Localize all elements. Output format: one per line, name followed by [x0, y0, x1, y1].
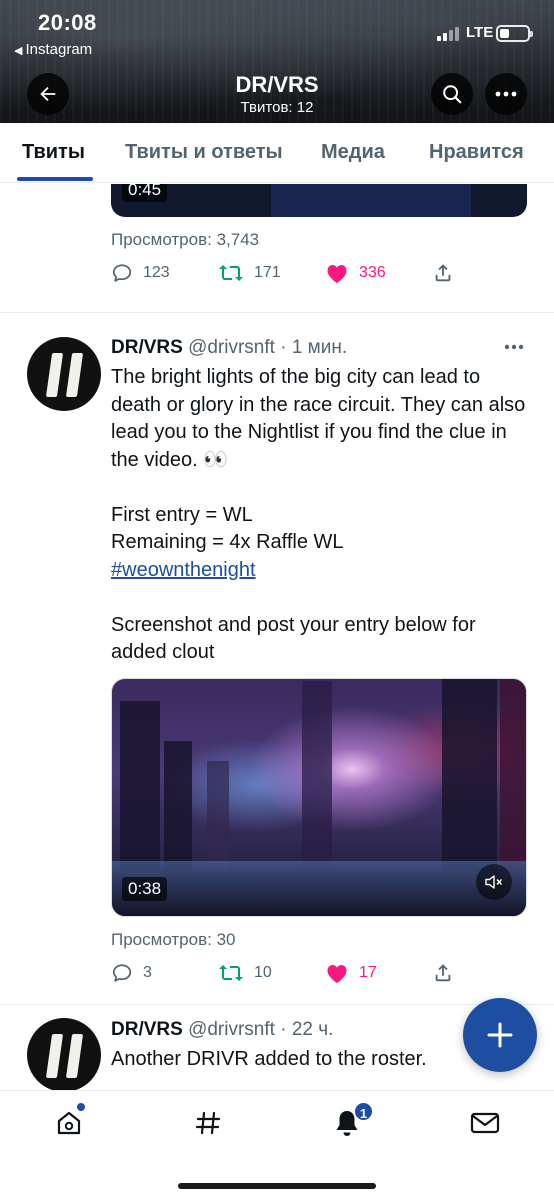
tweet-actions: 3 10 17	[111, 962, 531, 990]
tab-tweets-replies[interactable]: Твиты и ответы	[125, 141, 283, 164]
retweet-count: 171	[254, 264, 281, 281]
reply-count: 3	[143, 964, 152, 981]
signal-icon	[437, 27, 461, 41]
tweet-more-icon[interactable]	[504, 344, 524, 350]
back-to-app-link[interactable]: ◀ Instagram	[14, 41, 92, 58]
back-app-label: Instagram	[25, 41, 93, 58]
retweet-button[interactable]: 10	[218, 962, 272, 984]
volume-muted-icon	[485, 875, 503, 889]
like-button[interactable]: 17	[325, 962, 377, 984]
reply-icon	[112, 264, 132, 282]
tweet-time: 1 мин.	[291, 337, 348, 358]
tweet-divider	[0, 312, 554, 313]
tab-tweets[interactable]: Твиты	[22, 141, 85, 164]
avatar[interactable]	[27, 1018, 101, 1092]
battery-icon	[496, 25, 533, 42]
heart-filled-icon	[327, 965, 347, 983]
more-horizontal-icon	[495, 91, 517, 97]
tweet-header: DR/VRS @drivrsnft · 22 ч.	[111, 1019, 334, 1040]
tab-media[interactable]: Медиа	[321, 141, 385, 164]
handle[interactable]: @drivrsnft	[188, 337, 275, 358]
home-indicator	[178, 1183, 376, 1189]
tweet-video[interactable]: 0:45	[111, 184, 527, 217]
display-name[interactable]: DR/VRS	[111, 1019, 183, 1040]
video-duration: 0:38	[122, 877, 168, 901]
share-button[interactable]	[432, 262, 464, 284]
tweet-text: The bright lights of the big city can le…	[111, 364, 531, 667]
avatar[interactable]	[27, 337, 101, 411]
nav-explore[interactable]	[190, 1105, 226, 1141]
reply-icon	[112, 964, 132, 982]
view-count: Просмотров: 30	[111, 930, 236, 949]
tab-likes[interactable]: Нравится	[429, 141, 524, 164]
notification-badge: 1	[353, 1101, 374, 1122]
heart-filled-icon	[327, 265, 347, 283]
reply-button[interactable]: 123	[111, 262, 170, 284]
nav-messages[interactable]	[467, 1105, 503, 1141]
search-icon	[443, 85, 462, 104]
back-triangle-icon: ◀	[14, 45, 23, 57]
tweet-text-line: Remaining = 4x Raffle WL	[111, 531, 344, 553]
like-button[interactable]: 336	[325, 262, 386, 284]
network-label: LTE	[466, 24, 494, 41]
more-button[interactable]	[485, 73, 527, 115]
like-count: 336	[359, 264, 386, 281]
status-time: 20:08	[38, 10, 97, 35]
mute-button[interactable]	[476, 864, 512, 900]
tweet-divider	[0, 1004, 554, 1005]
compose-tweet-button[interactable]	[463, 998, 537, 1072]
handle[interactable]: @drivrsnft	[188, 1019, 275, 1040]
profile-header: 20:08 ◀ Instagram LTE DR/VRS Твитов: 12	[0, 0, 554, 123]
tweet-actions: 123 171 336	[111, 262, 531, 290]
tweet-text-paragraph: Screenshot and post your entry below for…	[111, 613, 476, 664]
tweet-time: 22 ч.	[291, 1019, 334, 1040]
hashtag-link[interactable]: #weownthenight	[111, 559, 256, 581]
share-icon	[435, 964, 451, 982]
status-bar: 20:08 ◀ Instagram LTE	[0, 0, 554, 62]
like-count: 17	[359, 964, 377, 981]
plus-icon	[487, 1022, 513, 1048]
search-button[interactable]	[431, 73, 473, 115]
tweet-header: DR/VRS @drivrsnft · 1 мин.	[111, 337, 348, 358]
home-notification-dot	[77, 1103, 85, 1111]
tweet-text-line: First entry = WL	[111, 503, 253, 526]
share-button[interactable]	[432, 962, 464, 984]
reply-button[interactable]: 3	[111, 962, 152, 984]
reply-count: 123	[143, 264, 170, 281]
view-count: Просмотров: 3,743	[111, 230, 260, 249]
video-duration: 0:45	[122, 184, 168, 202]
tweet-text-paragraph: The bright lights of the big city can le…	[111, 366, 526, 471]
share-icon	[435, 264, 451, 282]
active-tab-indicator	[17, 177, 93, 181]
display-name[interactable]: DR/VRS	[111, 337, 183, 358]
mail-icon	[470, 1112, 500, 1134]
hashtag-icon	[195, 1111, 221, 1135]
retweet-count: 10	[254, 964, 272, 981]
home-icon	[57, 1111, 81, 1135]
retweet-icon	[219, 965, 243, 981]
profile-tabs: Твиты Твиты и ответы Медиа Нравится	[0, 123, 554, 183]
tweet-video[interactable]: 0:38	[111, 678, 527, 917]
retweet-button[interactable]: 171	[218, 262, 281, 284]
retweet-icon	[219, 265, 243, 281]
